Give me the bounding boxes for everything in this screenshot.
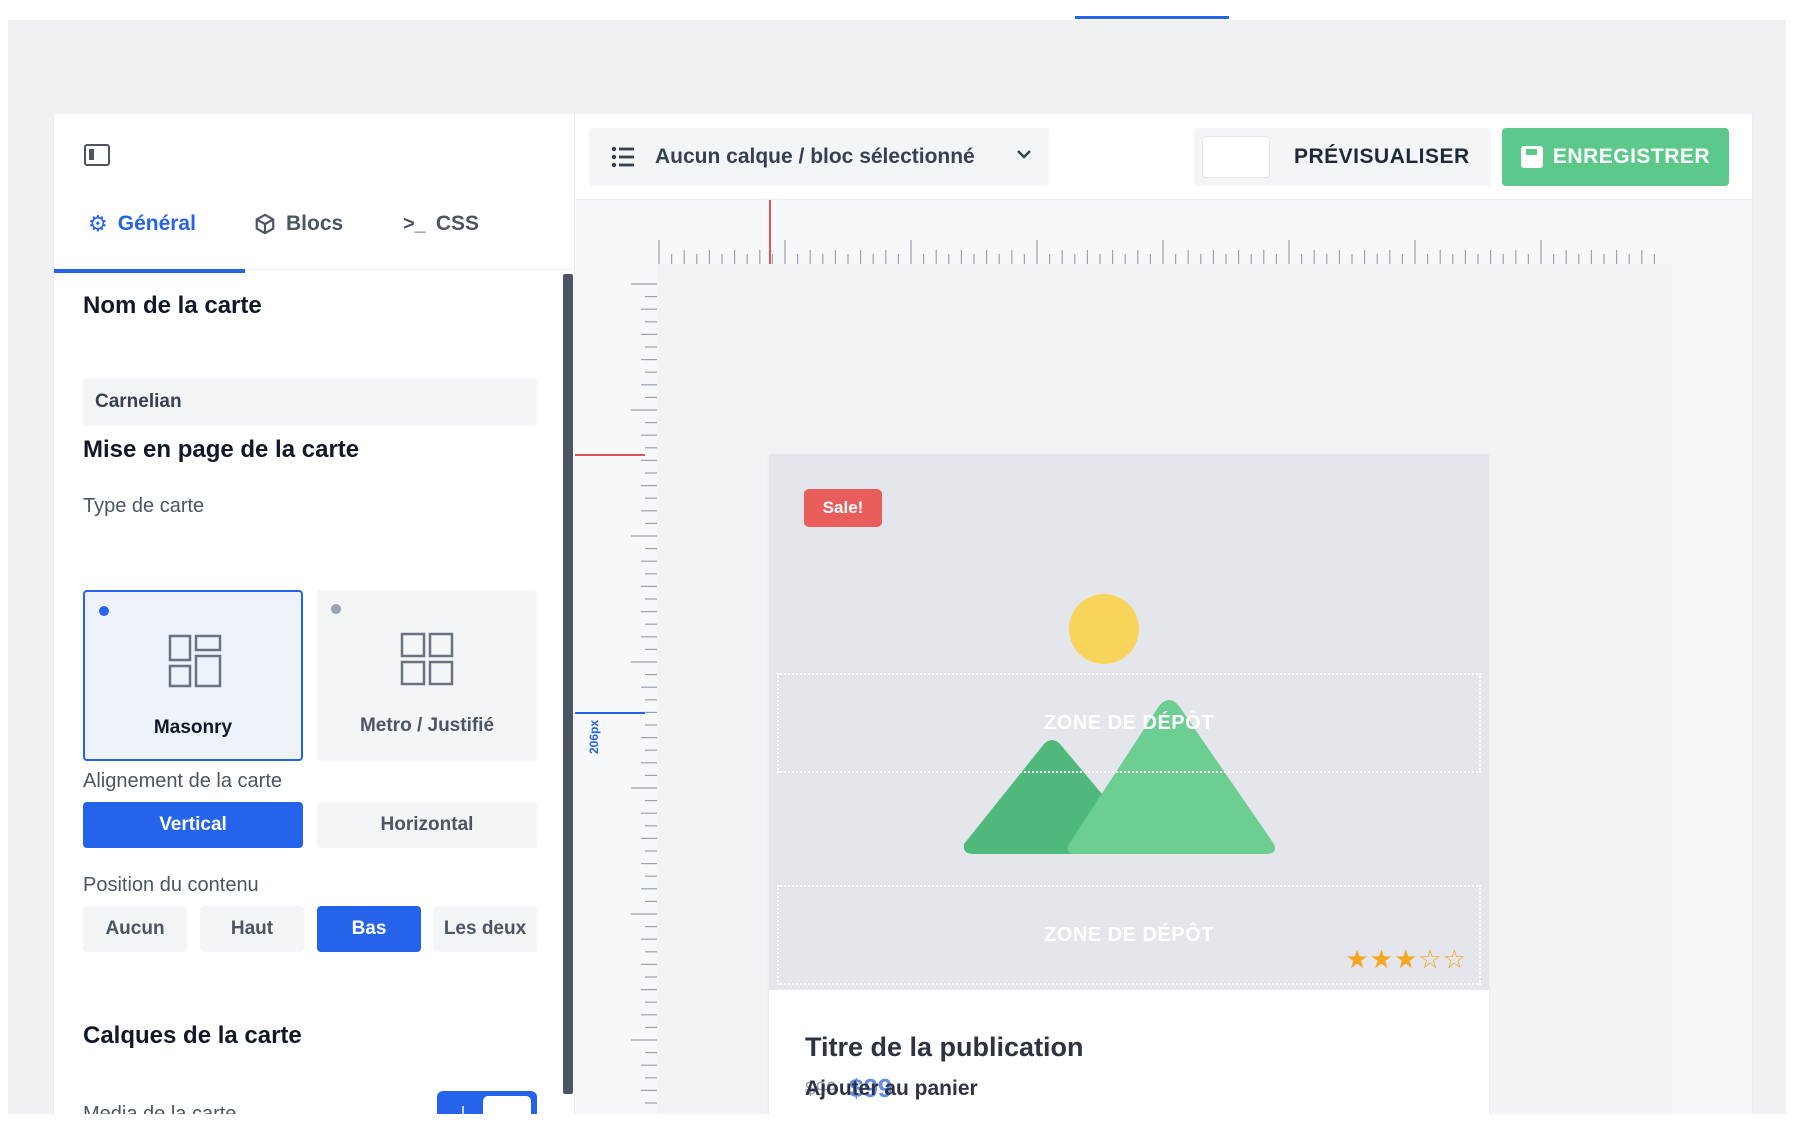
preview-canvas-area: 206px Sale! ZONE DE DÉPÔT ZONE DE DÉPÔT …: [575, 200, 1752, 1114]
save-button-label: ENREGISTRER: [1552, 145, 1711, 168]
alignment-vertical-button[interactable]: Vertical: [83, 802, 303, 848]
position-bottom-button[interactable]: Bas: [317, 906, 421, 952]
card-type-masonry-label: Masonry: [153, 717, 233, 738]
star-filled-icon[interactable]: ★: [1370, 944, 1394, 974]
tab-css[interactable]: >_ CSS: [403, 178, 479, 270]
toggle-on-mark: [462, 1106, 464, 1114]
bottom-strip: [0, 1114, 1794, 1130]
card-alignment-label: Alignement de la carte: [83, 770, 283, 792]
horizontal-ruler[interactable]: [655, 234, 1655, 264]
card-type-masonry[interactable]: Masonry: [83, 590, 303, 761]
browser-top-strip: [0, 0, 1794, 20]
star-filled-icon[interactable]: ★: [1394, 944, 1418, 974]
list-icon: [611, 146, 634, 168]
chevron-down-icon: [1017, 150, 1031, 159]
active-tab-indicator: [1075, 16, 1229, 19]
card-layers-title: Calques de la carte: [83, 1022, 302, 1049]
position-both-button[interactable]: Les deux: [433, 906, 537, 952]
save-disk-icon: [1520, 146, 1543, 168]
sun-icon: [1069, 594, 1139, 664]
tab-blocks-label: Blocs: [286, 212, 344, 235]
card-media-label: Media de la carte: [83, 1103, 237, 1114]
preview-button[interactable]: PRÉVISUALISER: [1294, 128, 1470, 186]
editor-toolbar: Aucun calque / bloc sélectionné PRÉVISUA…: [575, 114, 1752, 200]
grid-layout-icon: [400, 632, 454, 686]
star-filled-icon[interactable]: ★: [1345, 944, 1369, 974]
card-type-metro[interactable]: Metro / Justifié: [317, 590, 537, 761]
card-editor-app: ⚙ Général Blocs >_ CSS Nom de la carte C…: [54, 114, 1752, 1114]
rating-stars[interactable]: ★★★☆☆: [1345, 944, 1467, 975]
settings-tabs: ⚙ Général Blocs >_ CSS: [54, 178, 575, 270]
sidebar-toggle-icon[interactable]: [84, 144, 110, 166]
alignment-horizontal-button[interactable]: Horizontal: [317, 802, 537, 848]
sale-badge[interactable]: Sale!: [804, 489, 882, 527]
card-type-metro-label: Metro / Justifié: [359, 715, 495, 736]
post-title[interactable]: Titre de la publication: [805, 1032, 1084, 1063]
cube-icon: [255, 213, 275, 235]
vertical-ruler[interactable]: [627, 280, 657, 1114]
card-type-label: Type de carte: [83, 495, 205, 517]
card-media-toggle[interactable]: [437, 1091, 537, 1114]
editor-frame: ⚙ Général Blocs >_ CSS Nom de la carte C…: [8, 20, 1786, 1114]
tab-general-label: Général: [117, 212, 196, 235]
drop-zone-top[interactable]: ZONE DE DÉPÔT: [777, 673, 1481, 773]
tab-css-label: CSS: [435, 212, 479, 235]
tab-active-underline: [54, 269, 245, 273]
card-media[interactable]: Sale! ZONE DE DÉPÔT ZONE DE DÉPÔT ★★★☆☆: [769, 454, 1489, 990]
layer-select-value: Aucun calque / bloc sélectionné: [655, 145, 975, 168]
toggle-knob: [483, 1096, 531, 1114]
card-name-title: Nom de la carte: [83, 292, 262, 319]
layer-select-dropdown[interactable]: Aucun calque / bloc sélectionné: [589, 128, 1049, 186]
terminal-icon: >_: [403, 213, 426, 235]
masonry-layout-icon: [168, 634, 222, 688]
radio-dot: [331, 604, 341, 614]
gear-icon: ⚙: [88, 211, 108, 236]
add-to-cart-link[interactable]: Ajouter au panier: [805, 1077, 978, 1101]
star-empty-icon[interactable]: ☆: [1443, 944, 1467, 974]
tab-blocks[interactable]: Blocs: [254, 178, 343, 270]
content-position-label: Position du contenu: [83, 874, 259, 896]
position-top-button[interactable]: Haut: [200, 906, 304, 952]
card-name-input[interactable]: [83, 378, 537, 426]
product-card[interactable]: Sale! ZONE DE DÉPÔT ZONE DE DÉPÔT ★★★☆☆ …: [769, 454, 1489, 1114]
height-px-label: 206px: [587, 719, 601, 755]
guide-vertical[interactable]: [769, 200, 771, 264]
radio-dot: [99, 606, 109, 616]
tab-general[interactable]: ⚙ Général: [88, 178, 196, 270]
preview-group: PRÉVISUALISER: [1194, 128, 1491, 186]
card-canvas: Sale! ZONE DE DÉPÔT ZONE DE DÉPÔT ★★★☆☆ …: [657, 264, 1672, 1114]
panel-scrollbar[interactable]: [563, 274, 573, 1094]
star-empty-icon[interactable]: ☆: [1418, 944, 1442, 974]
save-button[interactable]: ENREGISTRER: [1502, 128, 1729, 186]
guide-horizontal[interactable]: [575, 454, 645, 456]
position-none-button[interactable]: Aucun: [83, 906, 187, 952]
settings-panel: ⚙ Général Blocs >_ CSS Nom de la carte C…: [54, 114, 575, 1114]
card-layout-title: Mise en page de la carte: [83, 436, 360, 463]
preview-device-swatch[interactable]: [1202, 136, 1270, 178]
